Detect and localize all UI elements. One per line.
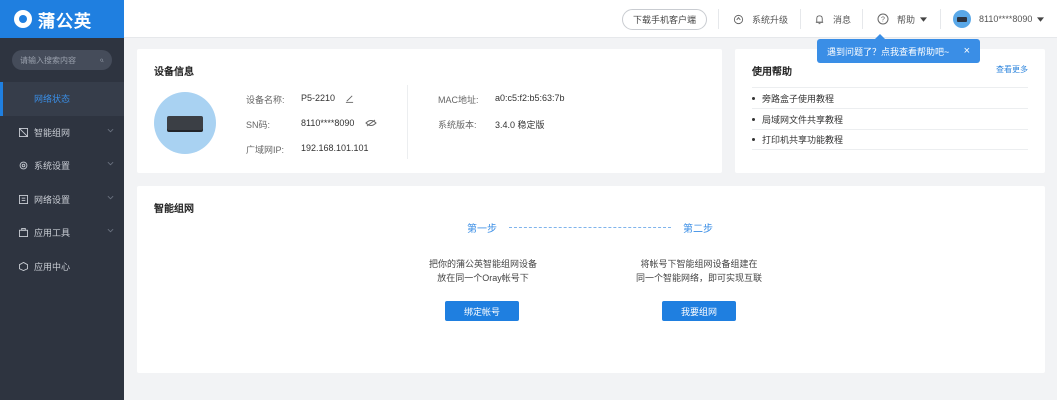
divider (800, 9, 801, 29)
toolbox-icon (18, 228, 28, 238)
tooltip-text: 遇到问题了？点我查看帮助吧~ (827, 46, 950, 57)
sidebar-item-label: 网络状态 (34, 94, 71, 105)
step-two-line-2: 同一个智能网络，即可实现互联 (635, 273, 762, 283)
sidebar-item-label: 网络设置 (34, 194, 71, 205)
wan-ip-value: 192.168.101.101 (301, 143, 369, 153)
sidebar-item-network-status[interactable]: 网络状态 (0, 82, 124, 116)
user-name: 8110****8090 (979, 14, 1033, 24)
step-two-line-1: 将帐号下智能组网设备组建在 (640, 259, 758, 269)
step-one-description: 把你的蒲公英智能组网设备 放在同一个Oray帐号下 (402, 257, 564, 285)
messages-button[interactable]: 消息 (814, 0, 851, 38)
device-name-value: P5-2210 (301, 93, 336, 103)
device-info-card: 设备信息 设备名称: P5-2210 SN码: 8110****8090 广域网… (137, 49, 722, 173)
sidebar-item-network-settings[interactable]: 网络设置 (0, 183, 124, 217)
smart-network-title: 智能组网 (154, 204, 194, 215)
help-list: 旁路盒子使用教程 局域网文件共享教程 打印机共享功能教程 (752, 87, 1028, 150)
edit-icon[interactable] (345, 94, 354, 103)
step-one-line-1: 把你的蒲公英智能组网设备 (428, 259, 537, 269)
network-icon (18, 127, 28, 137)
caret-down-icon (920, 16, 928, 22)
bullet (752, 138, 755, 141)
download-mobile-client-button[interactable]: 下载手机客户端 (622, 8, 708, 30)
search-icon[interactable] (100, 56, 104, 65)
help-menu[interactable]: ? 帮助 (877, 0, 928, 38)
chevron-down-icon (107, 128, 114, 132)
step-one-title: 第一步 (467, 224, 497, 235)
help-icon: ? (877, 13, 889, 25)
sidebar-item-label: 应用中心 (34, 261, 71, 272)
bell-icon (815, 14, 824, 24)
chevron-down-icon (107, 161, 114, 166)
chevron-down-icon (107, 195, 114, 199)
sidebar: 蒲公英 网络状态 智能组网 系统设置 网络设置 应用工具 应用中心 (0, 0, 124, 400)
bind-account-button[interactable]: 绑定帐号 (445, 301, 519, 321)
help-item-label: 打印机共享功能教程 (762, 135, 844, 145)
step-two-description: 将帐号下智能组网设备组建在 同一个智能网络，即可实现互联 (617, 257, 781, 285)
chevron-down-icon (107, 228, 114, 233)
mac-value: a0:c5:f2:b5:63:7b (495, 93, 565, 103)
step-one-line-2: 放在同一个Oray帐号下 (437, 273, 529, 283)
eye-hidden-icon[interactable] (365, 119, 377, 127)
divider (940, 9, 941, 29)
sidebar-item-smart-network[interactable]: 智能组网 (0, 116, 124, 150)
device-avatar-icon (957, 16, 967, 22)
help-item[interactable]: 局域网文件共享教程 (752, 108, 1028, 129)
divider (407, 85, 408, 159)
caret-down-icon (1037, 16, 1045, 22)
system-upgrade-label: 系统升级 (752, 14, 789, 25)
logo[interactable]: 蒲公英 (0, 0, 124, 38)
sidebar-item-label: 智能组网 (34, 127, 71, 138)
search-input[interactable] (20, 55, 100, 65)
divider (718, 9, 719, 29)
sidebar-item-label: 系统设置 (34, 161, 71, 172)
help-tooltip[interactable]: 遇到问题了？点我查看帮助吧~ × (817, 34, 980, 63)
sidebar-search[interactable] (12, 50, 112, 70)
sidebar-item-label: 应用工具 (34, 228, 71, 239)
step-two-title: 第二步 (683, 224, 713, 235)
bullet (752, 117, 755, 121)
help-item-label: 局域网文件共享教程 (762, 114, 844, 125)
help-item-label: 旁路盒子使用教程 (762, 93, 835, 104)
device-info-title: 设备信息 (154, 67, 194, 78)
mac-label: MAC地址: (438, 95, 479, 105)
upgrade-icon (733, 14, 744, 24)
version-label: 系统版本: (438, 120, 477, 130)
messages-label: 消息 (833, 14, 852, 25)
top-bar: 下载手机客户端 系统升级 消息 ? 帮助 8110****8090 (124, 0, 1057, 38)
sidebar-item-app-tools[interactable]: 应用工具 (0, 216, 124, 250)
help-title: 使用帮助 (752, 67, 792, 78)
logo-text: 蒲公英 (38, 11, 92, 31)
system-upgrade-button[interactable]: 系统升级 (733, 0, 788, 38)
download-client-item: 下载手机客户端 (622, 0, 708, 38)
sn-label: SN码: (246, 120, 271, 130)
create-network-button[interactable]: 我要组网 (662, 301, 736, 321)
dandelion-logo-icon (14, 10, 32, 28)
smart-network-card: 智能组网 (137, 186, 1045, 373)
avatar (953, 10, 971, 28)
svg-text:?: ? (881, 17, 885, 24)
divider (862, 9, 863, 29)
device-name-label: 设备名称: (246, 95, 285, 105)
document-icon (18, 194, 28, 204)
help-item[interactable]: 打印机共享功能教程 (752, 129, 1028, 150)
version-value: 3.4.0 稳定版 (495, 120, 545, 130)
sidebar-item-app-center[interactable]: 应用中心 (0, 250, 124, 284)
device-image (154, 92, 216, 154)
sidebar-item-system-settings[interactable]: 系统设置 (0, 149, 124, 183)
view-more-link[interactable]: 查看更多 (996, 64, 1028, 75)
step-connector (509, 227, 671, 228)
wan-ip-label: 广域网IP: (246, 145, 285, 155)
help-item[interactable]: 旁路盒子使用教程 (752, 87, 1028, 108)
close-icon[interactable]: × (964, 45, 970, 57)
cube-icon (18, 261, 28, 271)
help-label: 帮助 (897, 14, 916, 25)
gear-icon (18, 161, 28, 171)
sn-value: 8110****8090 (301, 118, 355, 128)
user-menu[interactable]: 8110****8090 (953, 0, 1045, 38)
router-icon (167, 116, 203, 130)
help-card: 使用帮助 查看更多 旁路盒子使用教程 局域网文件共享教程 打印机共享功能教程 (735, 49, 1045, 173)
bullet (752, 96, 755, 100)
